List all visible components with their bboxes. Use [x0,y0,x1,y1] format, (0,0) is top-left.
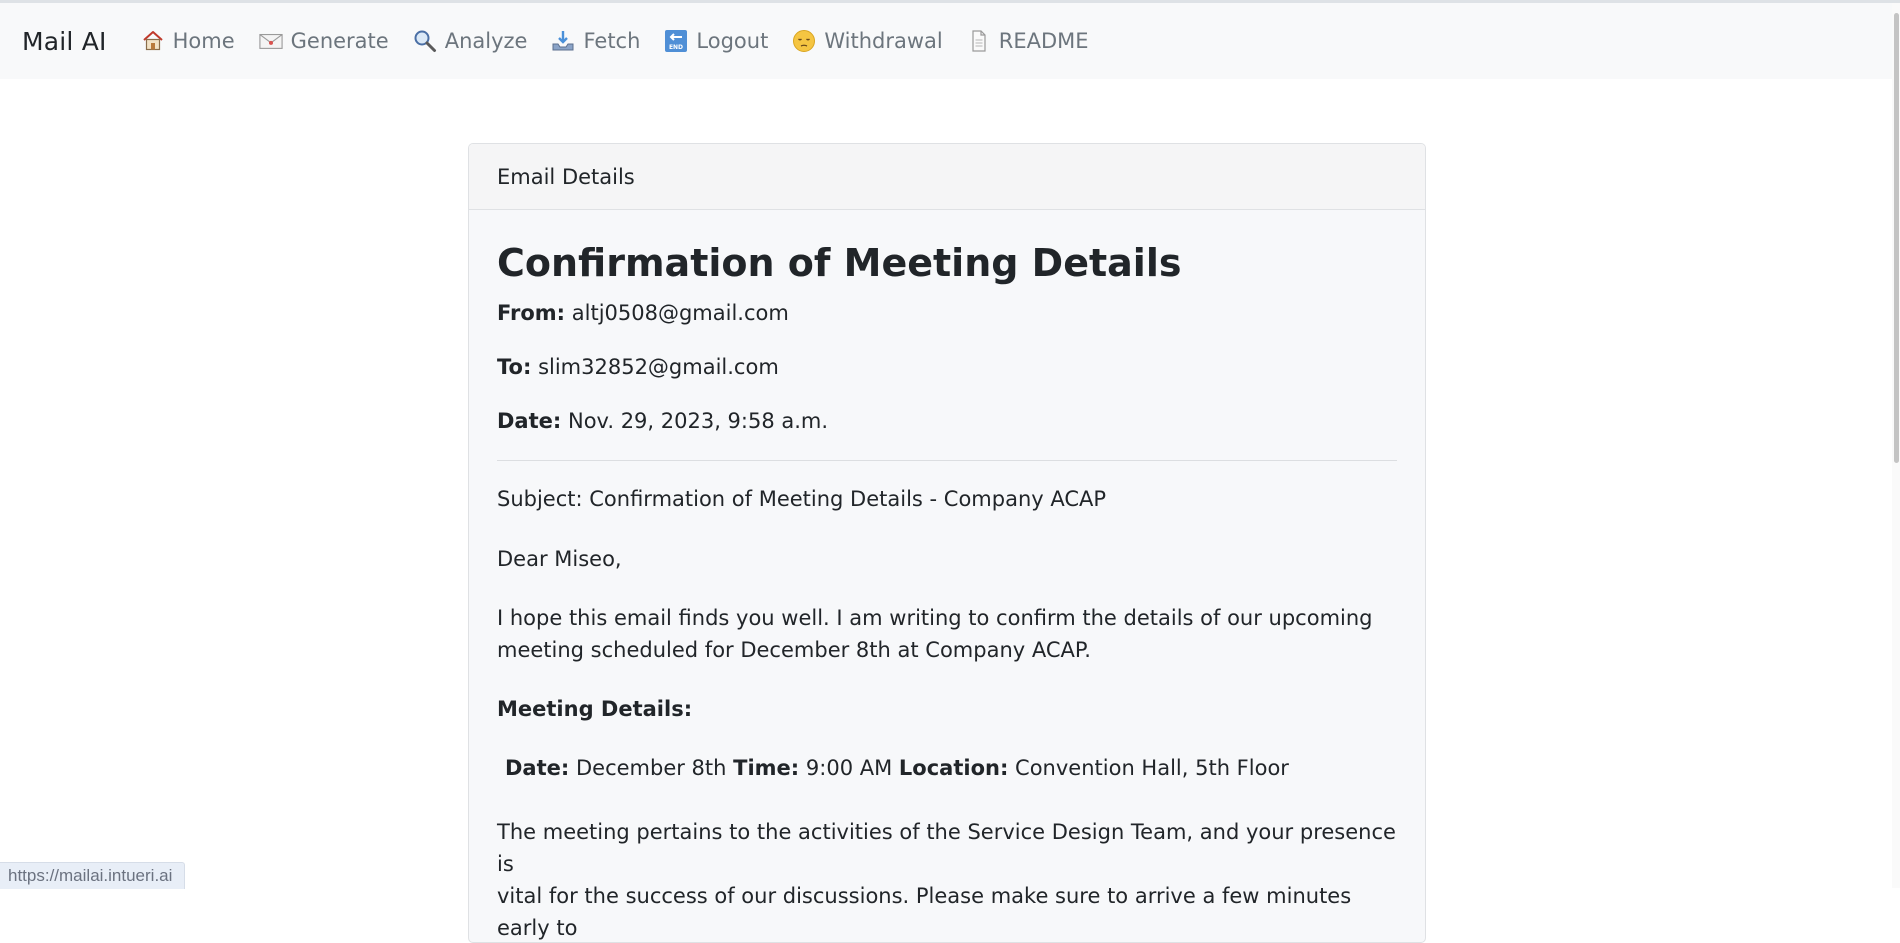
detail-location-value: Convention Hall, 5th Floor [1015,756,1289,780]
divider [497,460,1397,461]
meeting-details-heading: Meeting Details: [497,697,693,721]
intro-line-2: meeting scheduled for December 8th at Co… [497,638,1091,662]
house-icon [141,29,165,53]
document-icon [967,29,991,53]
nav-fetch[interactable]: Fetch [551,29,640,53]
card-header: Email Details [469,144,1425,210]
link-status-bar: https://mailai.intueri.ai [0,862,186,889]
email-to: To: slim32852@gmail.com [497,352,1397,382]
to-value: slim32852@gmail.com [538,355,779,379]
nav-withdrawal[interactable]: Withdrawal [792,29,943,53]
envelope-icon [258,29,283,53]
from-label: From: [497,301,566,325]
pensive-face-icon [792,29,816,53]
email-intro: I hope this email finds you well. I am w… [497,602,1397,666]
email-subject-line: Subject: Confirmation of Meeting Details… [497,487,1107,511]
to-label: To: [497,355,532,379]
closing-line-1: The meeting pertains to the activities o… [497,820,1396,876]
nav-fetch-label: Fetch [583,29,641,53]
inbox-tray-icon [551,29,575,53]
nav-home[interactable]: Home [141,29,235,53]
email-from: From: altj0508@gmail.com [497,298,1397,328]
svg-text:END: END [669,44,683,51]
closing-line-2: vital for the success of our discussions… [497,884,1352,940]
detail-time-value: 9:00 AM [805,756,893,780]
detail-time-label: Time: [733,756,800,780]
nav-readme-label: README [998,29,1089,53]
intro-line-1: I hope this email finds you well. I am w… [497,606,1373,630]
scrollbar-thumb[interactable] [1894,13,1899,463]
nav-generate[interactable]: Generate [258,29,389,53]
nav-logout-label: Logout [696,29,769,53]
email-date: Date: Nov. 29, 2023, 9:58 a.m. [497,406,1397,436]
nav-readme[interactable]: README [967,29,1089,53]
detail-location-label: Location: [898,756,1009,780]
nav-analyze-label: Analyze [444,29,528,53]
from-value: altj0508@gmail.com [571,301,789,325]
nav-withdrawal-label: Withdrawal [824,29,943,53]
nav-logout[interactable]: END Logout [664,29,768,53]
detail-date-label: Date: [505,756,570,780]
page-scrollbar[interactable] [1892,3,1900,888]
email-greeting: Dear Miseo, [497,547,622,571]
magnifier-icon [413,29,437,53]
end-arrow-icon: END [664,29,688,53]
brand-link[interactable]: Mail AI [22,27,107,56]
card-body: Confirmation of Meeting Details From: al… [469,240,1425,942]
nav-generate-label: Generate [290,29,389,53]
date-value: Nov. 29, 2023, 9:58 a.m. [567,409,829,433]
email-details-card: Email Details Confirmation of Meeting De… [468,143,1426,943]
meeting-details-line: Date: December 8th Time: 9:00 AM Locatio… [497,752,1397,784]
navbar: Mail AI Home Generate Analyze Fetch END … [0,3,1900,79]
nav-home-label: Home [172,29,235,53]
email-title: Confirmation of Meeting Details [497,241,1182,285]
email-closing: The meeting pertains to the activities o… [497,816,1397,942]
detail-date-value: December 8th [575,756,727,780]
date-label: Date: [497,409,562,433]
nav-analyze[interactable]: Analyze [413,29,528,53]
